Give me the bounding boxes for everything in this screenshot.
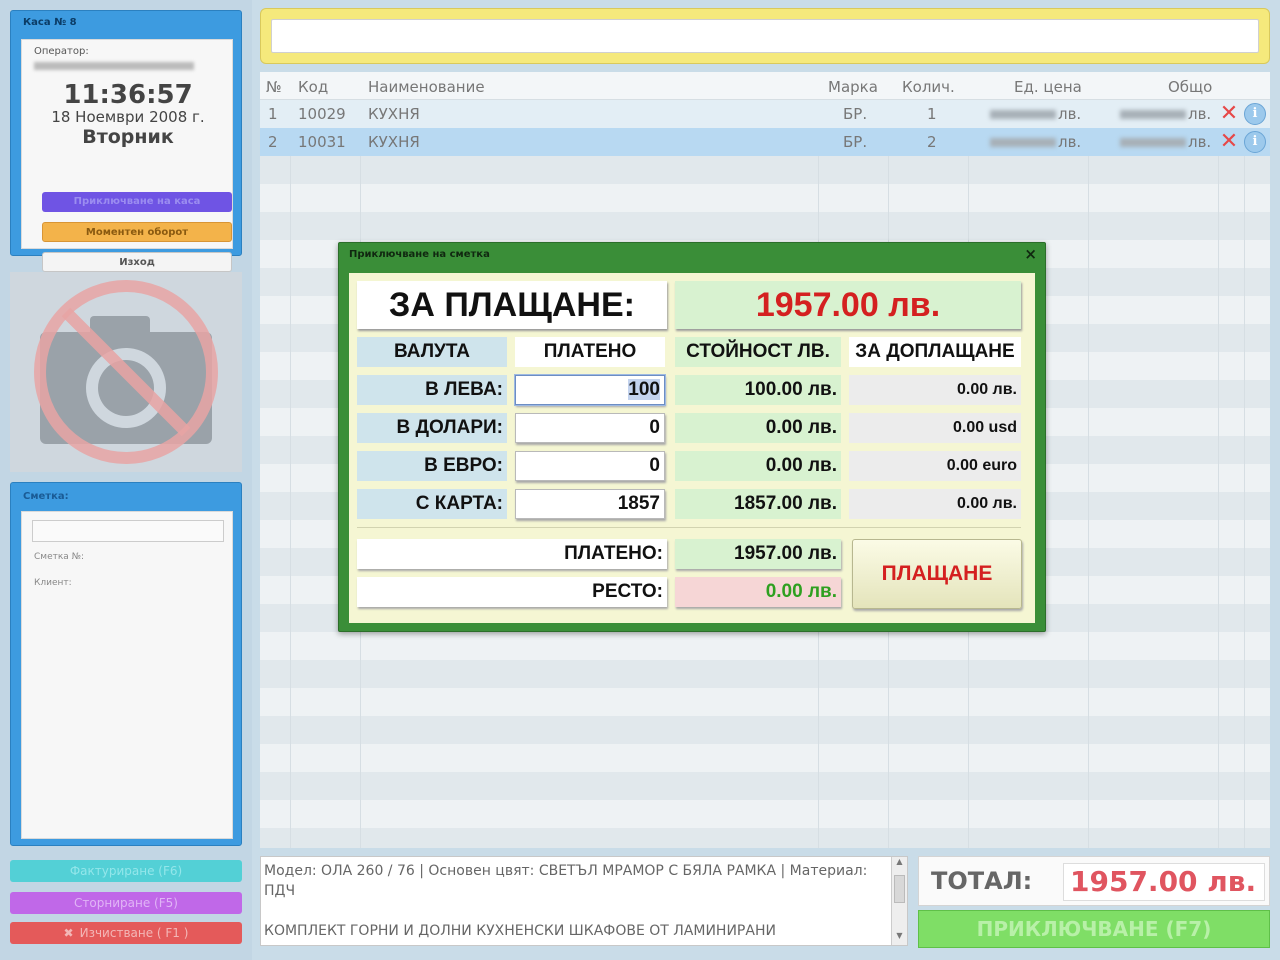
- row-code: 10031: [298, 133, 346, 151]
- total-box: ТОТАЛ: 1957.00 лв.: [918, 856, 1270, 906]
- col-name: Наименование: [368, 78, 485, 96]
- bill-info: Сметка №: Клиент:: [21, 511, 233, 839]
- description-line-1: Модел: ОЛА 260 / 76 | Основен цвят: СВЕТ…: [264, 863, 868, 899]
- bill-title: Сметка:: [23, 491, 69, 502]
- row-code: 10029: [298, 105, 346, 123]
- row-qty: 2: [927, 133, 937, 151]
- pay-button[interactable]: ПЛАЩАНЕ: [852, 539, 1022, 609]
- row-qty: 1: [927, 105, 937, 123]
- date: 18 Ноември 2008 г.: [51, 108, 205, 126]
- row-total: лв.: [1120, 133, 1211, 151]
- row-unit-price: лв.: [990, 105, 1081, 123]
- description-text: Модел: ОЛА 260 / 76 | Основен цвят: СВЕТ…: [264, 861, 888, 941]
- clear-button-label: Изчистване ( F1 ): [79, 926, 189, 940]
- total-paid-label: ПЛАТЕНО:: [357, 539, 667, 569]
- paid-input-card[interactable]: 1857: [515, 489, 665, 519]
- paid-input-bgn[interactable]: 100: [515, 375, 665, 405]
- paid-input-usd[interactable]: 0: [515, 413, 665, 443]
- clock: 11:36:57: [63, 80, 193, 110]
- header-paid: ПЛАТЕНО: [515, 337, 665, 367]
- col-brand: Марка: [828, 78, 878, 96]
- payment-dialog: Приключване на сметка × ЗА ПЛАЩАНЕ: 1957…: [338, 242, 1046, 632]
- product-description: Модел: ОЛА 260 / 76 | Основен цвят: СВЕТ…: [260, 856, 908, 946]
- scroll-down-icon[interactable]: ▼: [892, 931, 907, 945]
- col-code: Код: [298, 78, 329, 96]
- header-remaining: ЗА ДОПЛАЩАНЕ: [849, 337, 1021, 367]
- currency-label-card: С КАРТА:: [357, 489, 507, 519]
- camera-disabled-icon: [10, 272, 242, 472]
- currency-label-bgn: В ЛЕВА:: [357, 375, 507, 405]
- divider: [357, 527, 1021, 528]
- currency-label-usd: В ДОЛАРИ:: [357, 413, 507, 443]
- row-num: 1: [268, 105, 278, 123]
- cashbox-panel: Каса № 8 Оператор: 11:36:57 18 Ноември 2…: [10, 10, 242, 272]
- col-total: Общо: [1168, 78, 1213, 96]
- description-line-2: КОМПЛЕКТ ГОРНИ И ДОЛНИ КУХНЕНСКИ ШКАФОВЕ…: [264, 923, 776, 939]
- cashbox-info: Оператор: 11:36:57 18 Ноември 2008 г. Вт…: [21, 39, 233, 272]
- header-value: СТОЙНОСТ ЛВ.: [675, 337, 841, 367]
- operator-label: Оператор:: [34, 46, 89, 57]
- row-total: лв.: [1120, 105, 1211, 123]
- dialog-body: ЗА ПЛАЩАНЕ: 1957.00 лв. ВАЛУТА ПЛАТЕНО С…: [349, 273, 1035, 623]
- invoice-button[interactable]: Фактуриране (F6): [10, 860, 242, 882]
- turnover-button[interactable]: Моментен оборот: [42, 222, 232, 242]
- barcode-bar: [260, 8, 1270, 64]
- value-bgn: 100.00 лв.: [675, 375, 841, 405]
- total-paid-value: 1957.00 лв.: [675, 539, 841, 569]
- row-num: 2: [268, 133, 278, 151]
- cashbox-title: Каса № 8: [23, 17, 77, 28]
- row-name: КУХНЯ: [368, 133, 420, 151]
- total-value: 1957.00 лв.: [1063, 863, 1265, 901]
- clear-button[interactable]: ✖ Изчистване ( F1 ): [10, 922, 242, 944]
- amount-due-label: ЗА ПЛАЩАНЕ:: [357, 281, 667, 329]
- remaining-bgn: 0.00 лв.: [849, 375, 1021, 405]
- description-scrollbar[interactable]: ▲ ▼: [891, 857, 907, 945]
- row-unit-price: лв.: [990, 133, 1081, 151]
- remaining-card: 0.00 лв.: [849, 489, 1021, 519]
- bill-search-input[interactable]: [32, 520, 224, 542]
- dialog-title: Приключване на сметка: [349, 249, 490, 260]
- info-icon[interactable]: i: [1244, 103, 1266, 125]
- value-usd: 0.00 лв.: [675, 413, 841, 443]
- value-card: 1857.00 лв.: [675, 489, 841, 519]
- operator-name-redacted: [34, 62, 194, 70]
- exit-button[interactable]: Изход: [42, 252, 232, 272]
- change-label: РЕСТО:: [357, 577, 667, 607]
- client-label: Клиент:: [34, 578, 72, 588]
- barcode-input[interactable]: [271, 19, 1259, 53]
- close-register-button[interactable]: Приключване на каса: [42, 192, 232, 212]
- value-eur: 0.00 лв.: [675, 451, 841, 481]
- col-unit-price: Ед. цена: [1014, 78, 1082, 96]
- bill-number-label: Сметка №:: [34, 552, 85, 562]
- finish-button[interactable]: ПРИКЛЮЧВАНЕ (F7): [918, 910, 1270, 948]
- left-sidebar: Каса № 8 Оператор: 11:36:57 18 Ноември 2…: [0, 0, 252, 960]
- row-name: КУХНЯ: [368, 105, 420, 123]
- row-brand: БР.: [843, 105, 868, 123]
- table-row[interactable]: 2 10031 КУХНЯ БР. 2 лв. лв. ✕ i: [260, 128, 1270, 156]
- clear-x-icon: ✖: [63, 926, 74, 940]
- delete-x-icon[interactable]: ✕: [1218, 131, 1240, 153]
- amount-due-value: 1957.00 лв.: [675, 281, 1021, 329]
- table-header: № Код Наименование Марка Колич. Ед. цена…: [260, 72, 1270, 100]
- col-qty: Колич.: [902, 78, 955, 96]
- header-currency: ВАЛУТА: [357, 337, 507, 367]
- table-row[interactable]: 1 10029 КУХНЯ БР. 1 лв. лв. ✕ i: [260, 100, 1270, 128]
- row-brand: БР.: [843, 133, 868, 151]
- currency-label-eur: В ЕВРО:: [357, 451, 507, 481]
- change-value: 0.00 лв.: [675, 577, 841, 607]
- scroll-up-icon[interactable]: ▲: [892, 857, 907, 871]
- col-num: №: [266, 78, 282, 96]
- remaining-usd: 0.00 usd: [849, 413, 1021, 443]
- storno-button[interactable]: Сторниране (F5): [10, 892, 242, 914]
- paid-input-eur[interactable]: 0: [515, 451, 665, 481]
- info-icon[interactable]: i: [1244, 131, 1266, 153]
- weekday: Вторник: [82, 126, 174, 148]
- scroll-thumb[interactable]: [894, 875, 905, 903]
- bill-panel: Сметка: Сметка №: Клиент:: [10, 482, 242, 846]
- total-label: ТОТАЛ:: [931, 867, 1033, 895]
- close-icon[interactable]: ×: [1024, 245, 1037, 263]
- delete-x-icon[interactable]: ✕: [1218, 103, 1240, 125]
- remaining-eur: 0.00 euro: [849, 451, 1021, 481]
